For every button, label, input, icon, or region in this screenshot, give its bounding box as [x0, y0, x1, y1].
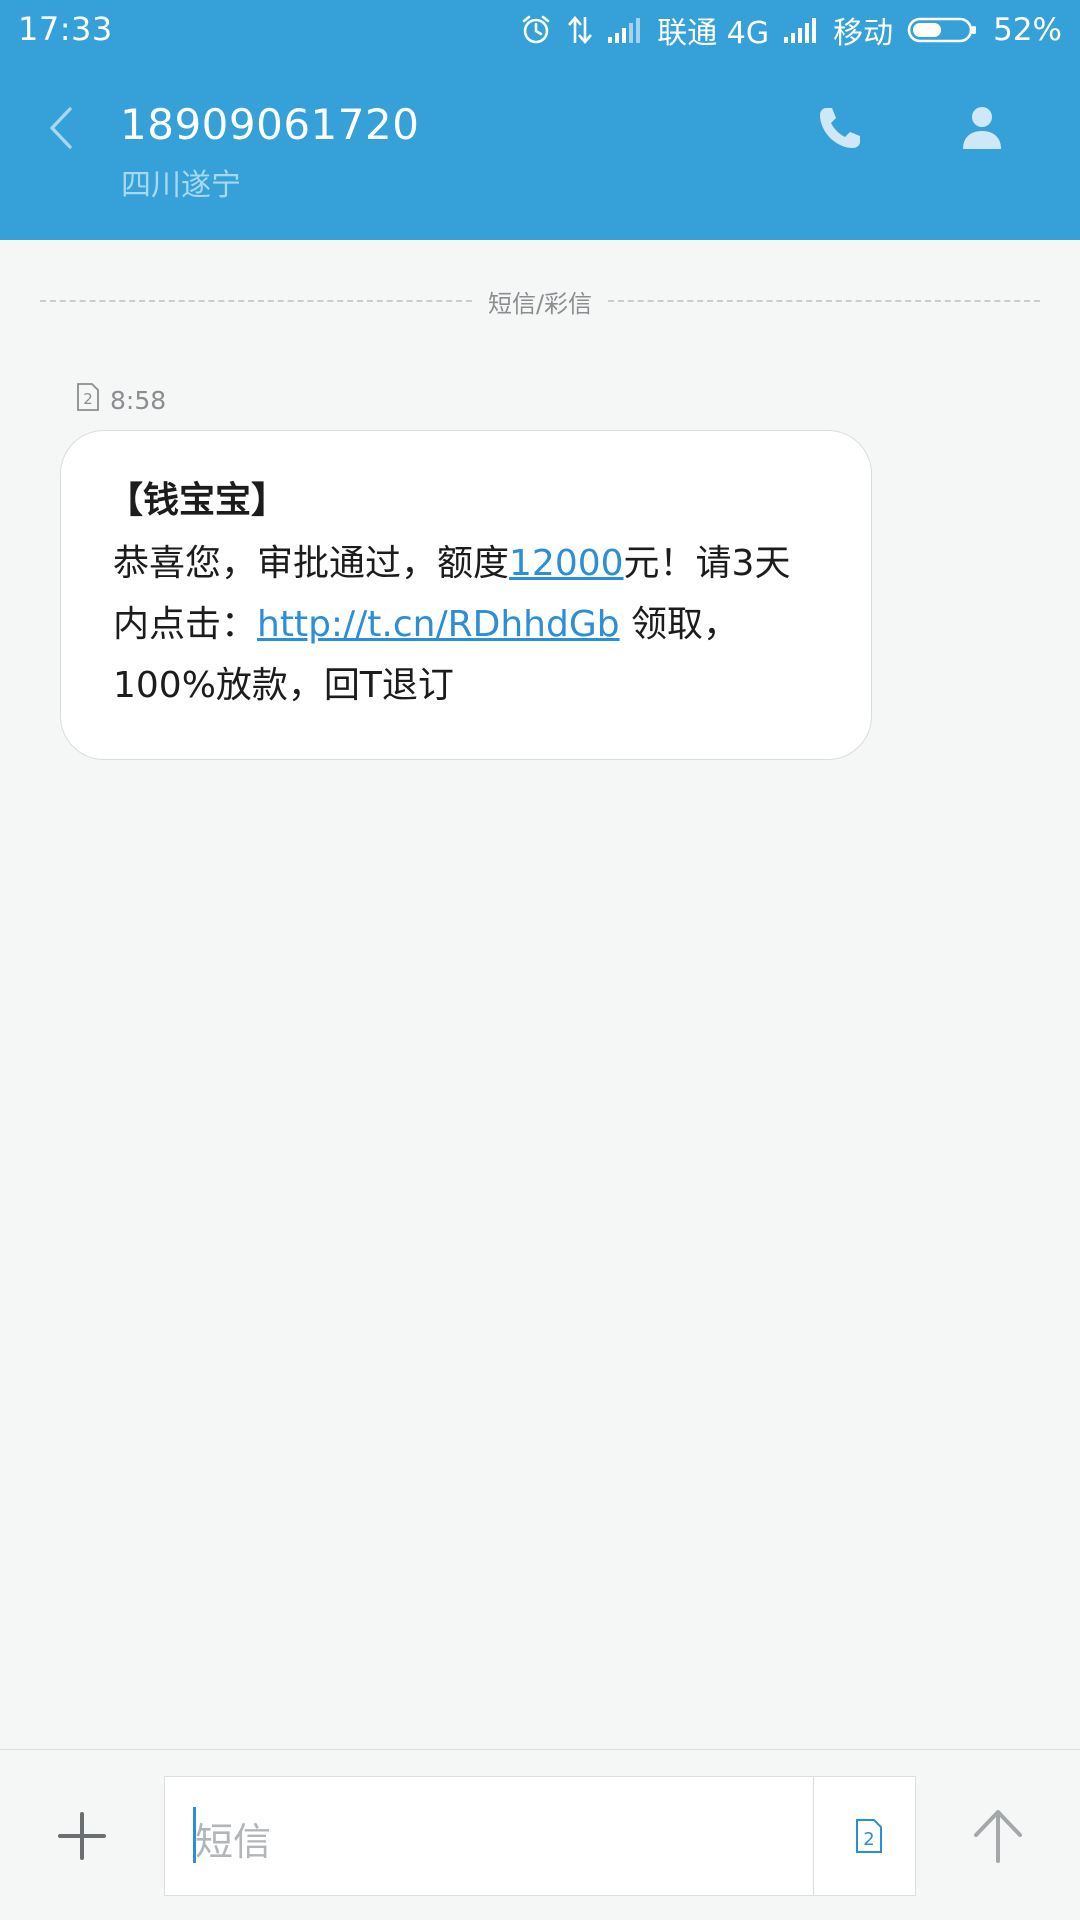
signal-icon	[783, 15, 819, 45]
carrier-1-label: 联通 4G	[657, 16, 770, 51]
send-button[interactable]	[966, 1800, 1030, 1872]
back-icon	[50, 107, 72, 149]
title-bar: 18909061720 四川遂宁	[0, 62, 1080, 240]
contact-location: 四川遂宁	[121, 168, 241, 203]
compose-placeholder: 短信	[195, 1820, 272, 1864]
back-button[interactable]	[36, 98, 86, 158]
message-meta: 2 8:58	[76, 382, 167, 418]
message-type-divider: 短信/彩信	[40, 284, 1040, 318]
compose-field[interactable]: 短信 2	[164, 1776, 916, 1896]
message-time: 8:58	[110, 385, 167, 415]
send-icon	[974, 1810, 1022, 1863]
signal-icon	[607, 15, 643, 45]
sim-slot-number: 2	[863, 1829, 874, 1850]
status-time: 17:33	[18, 10, 113, 48]
contact-details-button[interactable]	[952, 98, 1012, 158]
status-bar: 17:33 联通 4G 移动 52%	[0, 0, 1080, 62]
message-body: 恭喜您，审批通过，额度12000元！请3天内点击：http://t.cn/RDh…	[113, 533, 823, 716]
phone-icon	[820, 108, 860, 148]
sim-card-icon: 2	[856, 1819, 882, 1853]
text-cursor	[193, 1807, 196, 1863]
message-sender-tag: 【钱宝宝】	[107, 480, 288, 521]
attach-button[interactable]	[54, 1808, 110, 1864]
data-transfer-icon	[567, 13, 593, 47]
compose-bar: 短信 2	[0, 1749, 1080, 1920]
battery-icon	[907, 15, 979, 45]
add-icon	[58, 1812, 106, 1860]
alarm-icon	[519, 13, 553, 47]
sim-select-button[interactable]: 2	[849, 1811, 889, 1861]
sim-slot-number: 2	[83, 390, 93, 408]
carrier-2-label: 移动	[833, 16, 894, 51]
divider-line	[608, 300, 1040, 302]
status-indicators: 联通 4G 移动 52%	[519, 8, 1062, 52]
contact-number: 18909061720	[120, 100, 420, 149]
call-button[interactable]	[810, 98, 870, 158]
sim-card-icon: 2	[76, 382, 100, 418]
battery-percent: 52%	[993, 12, 1062, 48]
contact-icon	[963, 107, 1001, 149]
app-header: 17:33 联通 4G 移动 52% 18909061720 四川遂宁	[0, 0, 1080, 240]
message-text: 恭喜您，审批通过，额度	[113, 543, 510, 584]
message-bubble[interactable]: 【钱宝宝】 恭喜您，审批通过，额度12000元！请3天内点击：http://t.…	[60, 430, 872, 760]
sim-divider	[813, 1777, 814, 1895]
amount-link[interactable]: 12000	[509, 543, 624, 584]
url-link[interactable]: http://t.cn/RDhhdGb	[257, 604, 620, 645]
